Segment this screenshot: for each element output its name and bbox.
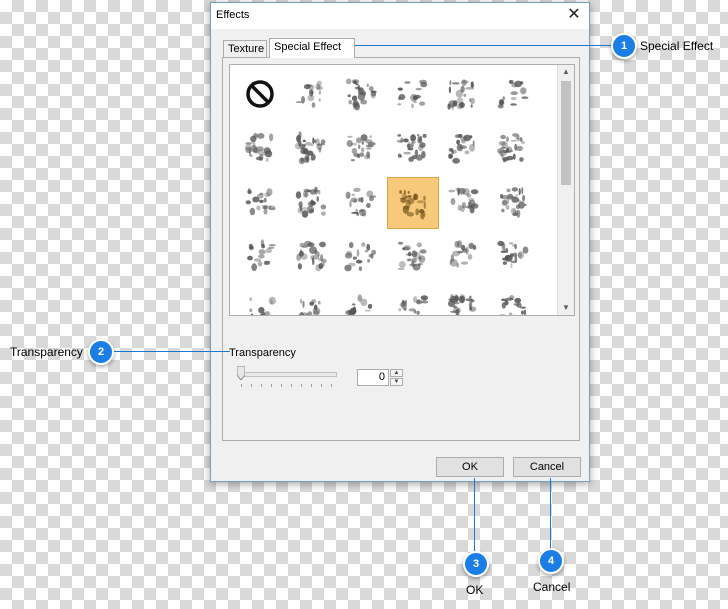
effect-thumbnail[interactable] bbox=[386, 177, 439, 229]
noise-texture-icon bbox=[396, 241, 427, 271]
effect-thumbnail[interactable] bbox=[437, 285, 489, 315]
fold-texture-icon bbox=[245, 133, 274, 162]
blob-pattern-icon bbox=[396, 79, 427, 109]
special-effect-panel: ▲ ▼ Transparency 0 ▲ ▼ bbox=[222, 57, 580, 441]
tab-special-effect[interactable]: Special Effect bbox=[269, 38, 355, 58]
callout-line-3 bbox=[474, 478, 475, 558]
cancel-button[interactable]: Cancel bbox=[513, 457, 581, 477]
callout-marker-4: 4 bbox=[538, 548, 564, 574]
gallery-scrollbar[interactable]: ▲ ▼ bbox=[557, 65, 574, 315]
effect-thumbnail[interactable] bbox=[235, 285, 287, 315]
callout-label-ok: OK bbox=[466, 583, 484, 597]
cityline-texture-icon bbox=[397, 295, 428, 315]
callout-line-4 bbox=[550, 478, 551, 550]
dust-texture-icon bbox=[249, 296, 276, 315]
brush-texture-icon bbox=[297, 298, 321, 315]
callout-label-cancel: Cancel bbox=[533, 580, 571, 594]
effect-thumbnail[interactable] bbox=[336, 177, 388, 229]
transparency-value-field[interactable]: 0 bbox=[357, 369, 389, 386]
diamond-texture-icon bbox=[398, 189, 426, 220]
scrollbar-thumb[interactable] bbox=[561, 81, 571, 185]
effect-thumbnail[interactable] bbox=[235, 231, 287, 283]
effect-thumbnail[interactable] bbox=[437, 177, 489, 229]
effect-thumbnail[interactable] bbox=[437, 231, 489, 283]
callout-line-2 bbox=[114, 351, 230, 352]
spin-up-icon[interactable]: ▲ bbox=[390, 369, 403, 377]
slider-track bbox=[239, 372, 337, 377]
effect-thumbnail[interactable] bbox=[336, 69, 388, 121]
no-effect-icon bbox=[246, 80, 274, 108]
effects-dialog: Effects ✕ Texture Special Effect ▲ ▼ Tra… bbox=[210, 2, 590, 482]
slider-ticks bbox=[241, 384, 333, 387]
flag-texture-icon bbox=[448, 187, 479, 214]
transparency-label: Transparency bbox=[229, 347, 296, 359]
swirl-texture-icon bbox=[447, 79, 475, 111]
effect-thumbnail[interactable] bbox=[286, 69, 338, 121]
title-bar: Effects ✕ bbox=[211, 3, 589, 29]
effect-thumbnail[interactable] bbox=[336, 123, 388, 175]
effect-thumbnail[interactable] bbox=[286, 123, 338, 175]
effect-thumbnail[interactable] bbox=[387, 285, 439, 315]
callout-marker-2: 2 bbox=[88, 339, 114, 365]
leaf-texture-icon bbox=[448, 133, 475, 164]
scroll-up-arrow-icon[interactable]: ▲ bbox=[558, 65, 574, 79]
effect-thumbnail[interactable] bbox=[336, 231, 388, 283]
effect-thumbnail[interactable] bbox=[488, 231, 540, 283]
tree-texture-icon bbox=[448, 294, 477, 315]
vertical-texture-icon bbox=[345, 78, 377, 111]
callout-label-special-effect: Special Effect bbox=[640, 39, 714, 53]
scroll-down-arrow-icon[interactable]: ▼ bbox=[558, 301, 574, 315]
effect-gallery: ▲ ▼ bbox=[229, 64, 575, 316]
block-texture-icon bbox=[247, 239, 276, 272]
effect-thumbnail[interactable] bbox=[286, 177, 338, 229]
transparency-slider[interactable] bbox=[237, 366, 337, 387]
grass-stroke-icon bbox=[295, 80, 323, 108]
callout-marker-1: 1 bbox=[611, 33, 637, 59]
spin-down-icon[interactable]: ▼ bbox=[390, 378, 403, 386]
vine-texture-icon bbox=[449, 240, 477, 268]
dialog-title: Effects bbox=[216, 9, 250, 21]
shell-texture-icon bbox=[346, 134, 376, 162]
close-icon[interactable]: ✕ bbox=[565, 6, 583, 24]
rough-texture-icon bbox=[496, 240, 528, 269]
effect-thumbnail[interactable] bbox=[286, 231, 338, 283]
effect-thumbnail[interactable] bbox=[488, 69, 540, 121]
effect-thumbnail[interactable] bbox=[387, 231, 439, 283]
effect-thumbnail[interactable] bbox=[235, 123, 287, 175]
feather-texture-icon bbox=[497, 79, 528, 109]
callout-label-transparency: Transparency bbox=[10, 345, 83, 359]
tentacle-texture-icon bbox=[294, 131, 325, 165]
effect-thumbnail[interactable] bbox=[437, 123, 489, 175]
dots-texture-icon bbox=[496, 133, 525, 163]
effect-thumbnail[interactable] bbox=[235, 177, 287, 229]
effect-thumbnail[interactable] bbox=[235, 69, 287, 121]
effect-thumbnail[interactable] bbox=[488, 285, 540, 315]
slider-thumb[interactable] bbox=[237, 366, 245, 380]
callout-marker-3: 3 bbox=[463, 551, 489, 577]
ok-button[interactable]: OK bbox=[436, 457, 504, 477]
effect-thumbnail[interactable] bbox=[488, 123, 540, 175]
effect-thumbnail[interactable] bbox=[437, 69, 489, 121]
callout-line-1 bbox=[342, 45, 612, 46]
tab-texture[interactable]: Texture bbox=[223, 40, 267, 57]
effect-thumbnail[interactable] bbox=[387, 69, 439, 121]
effect-thumbnail[interactable] bbox=[387, 123, 439, 175]
sketch-texture-icon bbox=[345, 187, 377, 217]
circles-texture-icon bbox=[344, 242, 377, 272]
machine-texture-icon bbox=[295, 186, 326, 218]
dense-dots-texture-icon bbox=[499, 186, 526, 218]
sprout-texture-icon bbox=[245, 188, 276, 216]
splatter-texture-icon bbox=[396, 133, 427, 162]
transparency-spinner[interactable]: 0 ▲ ▼ bbox=[357, 369, 403, 386]
effect-thumbnail[interactable] bbox=[488, 177, 540, 229]
fan-texture-icon bbox=[345, 294, 373, 315]
effect-thumbnail[interactable] bbox=[336, 285, 388, 315]
bars-texture-icon bbox=[295, 240, 327, 272]
scribble-texture-icon bbox=[498, 295, 526, 315]
effect-thumbnail[interactable] bbox=[286, 285, 338, 315]
